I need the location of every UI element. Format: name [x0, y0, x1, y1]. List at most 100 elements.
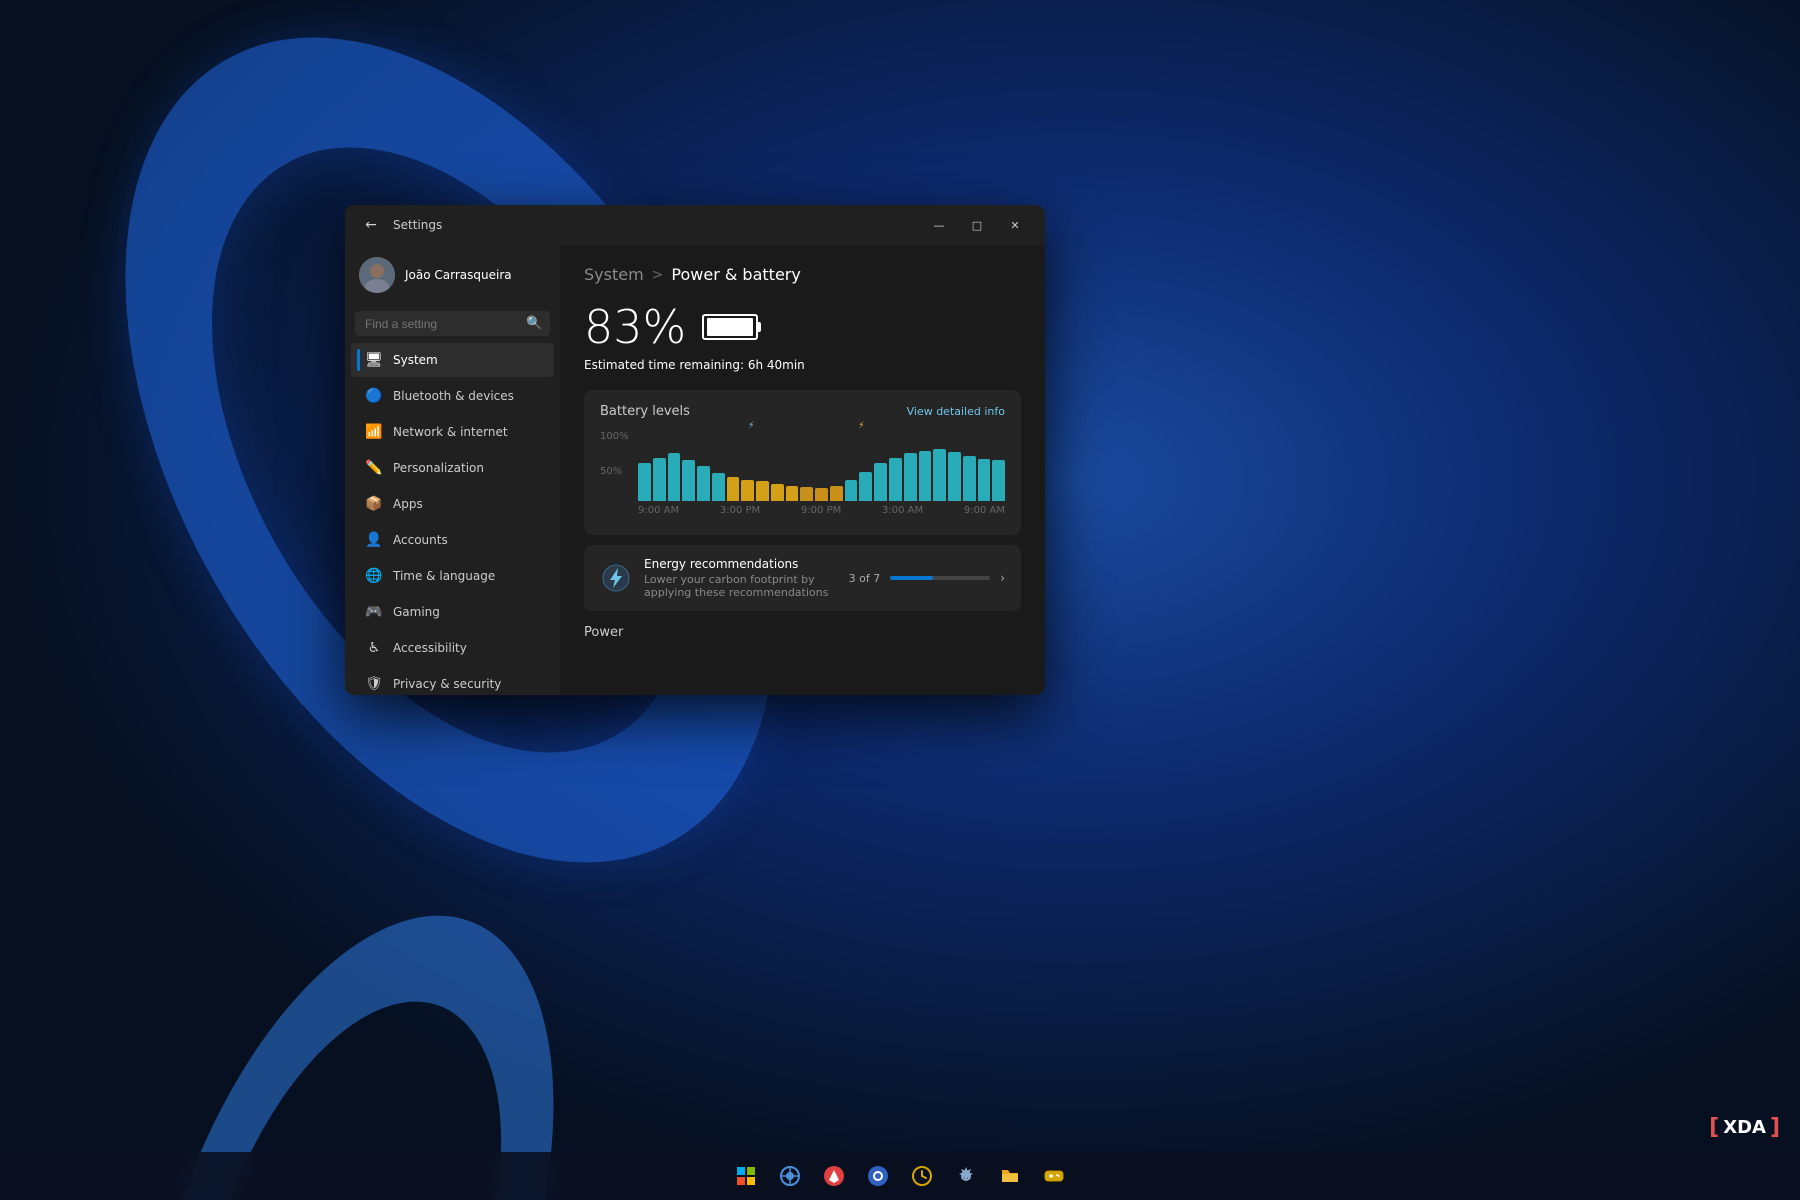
window-title: Settings — [393, 218, 921, 232]
rec-title: Energy recommendations — [644, 557, 837, 571]
battery-chart-section: Battery levels View detailed info 100% 5… — [584, 390, 1021, 535]
settings-content: João Carrasqueira 🔍 🖥 System 🔵 Bluetooth… — [345, 245, 1045, 695]
network-icon: 📶 — [365, 423, 383, 441]
taskbar — [0, 1152, 1800, 1200]
sidebar-item-label: Gaming — [393, 605, 440, 619]
user-profile[interactable]: João Carrasqueira — [345, 245, 560, 305]
sidebar-item-label: Accessibility — [393, 641, 467, 655]
chart-bar — [874, 463, 887, 502]
chart-bar — [889, 458, 902, 501]
taskbar-settings[interactable] — [948, 1158, 984, 1194]
energy-recommendations-card[interactable]: Energy recommendations Lower your carbon… — [584, 545, 1021, 611]
chart-bar — [741, 480, 754, 501]
back-button[interactable]: ← — [357, 211, 385, 239]
personalization-icon: ✏️ — [365, 459, 383, 477]
sidebar-item-bluetooth[interactable]: 🔵 Bluetooth & devices — [351, 379, 554, 413]
sidebar-item-apps[interactable]: 📦 Apps — [351, 487, 554, 521]
sidebar-item-label: Personalization — [393, 461, 484, 475]
chart-area: 100% 50% ⚡ ⚡ 9:00 AM 3:00 PM 9:00 PM — [600, 431, 1005, 521]
window-controls: — □ ✕ — [921, 211, 1033, 239]
chart-bar — [786, 486, 799, 501]
minimize-button[interactable]: — — [921, 211, 957, 239]
chart-bar — [992, 460, 1005, 501]
rec-progress-fill — [890, 576, 933, 580]
apps-nav-icon: 📦 — [365, 495, 383, 513]
settings-window: ← Settings — □ ✕ João Carrasqueira — [345, 205, 1045, 695]
main-content: System > Power & battery 83% Estimated t… — [560, 245, 1045, 695]
rec-count: 3 of 7 — [849, 572, 881, 585]
chart-bar — [859, 472, 872, 501]
taskbar-apps2[interactable] — [860, 1158, 896, 1194]
privacy-icon: 🛡 — [365, 675, 383, 693]
sidebar-item-time[interactable]: 🌐 Time & language — [351, 559, 554, 593]
chart-bar — [697, 466, 710, 501]
battery-icon-large — [702, 314, 758, 340]
breadcrumb-current: Power & battery — [671, 265, 800, 284]
energy-icon — [600, 562, 632, 594]
battery-fill — [707, 318, 753, 336]
accessibility-icon: ♿ — [365, 639, 383, 657]
sidebar-item-label: Network & internet — [393, 425, 508, 439]
time-icon: 🌐 — [365, 567, 383, 585]
chart-bar — [845, 480, 858, 501]
sidebar-item-gaming[interactable]: 🎮 Gaming — [351, 595, 554, 629]
rec-subtitle: Lower your carbon footprint by applying … — [644, 573, 837, 599]
breadcrumb-system[interactable]: System — [584, 265, 644, 284]
chart-bar — [668, 453, 681, 501]
chart-x-labels: 9:00 AM 3:00 PM 9:00 PM 3:00 AM 9:00 AM — [638, 505, 1005, 516]
battery-percentage: 83% — [584, 300, 686, 354]
search-input[interactable] — [365, 317, 520, 331]
rec-progress — [890, 576, 990, 580]
taskbar-game[interactable] — [1036, 1158, 1072, 1194]
chart-header: Battery levels View detailed info — [600, 404, 1005, 419]
chart-bar — [653, 458, 666, 501]
chart-bar — [919, 451, 932, 501]
battery-header: 83% — [584, 300, 1021, 354]
power-section-title: Power — [584, 621, 1021, 640]
chart-bar — [638, 463, 651, 502]
chart-bar — [682, 460, 695, 501]
sidebar-item-network[interactable]: 📶 Network & internet — [351, 415, 554, 449]
rec-text: Energy recommendations Lower your carbon… — [644, 557, 837, 599]
maximize-button[interactable]: □ — [959, 211, 995, 239]
taskbar-clock[interactable] — [904, 1158, 940, 1194]
search-icon: 🔍 — [526, 316, 542, 331]
sidebar-item-label: Time & language — [393, 569, 495, 583]
avatar — [359, 257, 395, 293]
sidebar-item-label: Privacy & security — [393, 677, 501, 691]
search-box[interactable]: 🔍 — [355, 311, 550, 336]
view-detailed-link[interactable]: View detailed info — [907, 405, 1005, 418]
chart-bar — [978, 459, 991, 501]
close-button[interactable]: ✕ — [997, 211, 1033, 239]
sidebar-item-personalization[interactable]: ✏️ Personalization — [351, 451, 554, 485]
rec-chevron-icon: › — [1000, 571, 1005, 585]
sidebar-item-accessibility[interactable]: ♿ Accessibility — [351, 631, 554, 665]
chart-bar — [756, 481, 769, 501]
sidebar-item-label: System — [393, 353, 438, 367]
sidebar-item-accounts[interactable]: 👤 Accounts — [351, 523, 554, 557]
breadcrumb: System > Power & battery — [584, 265, 1021, 284]
sidebar-item-label: Apps — [393, 497, 423, 511]
chart-bar — [771, 484, 784, 502]
chart-bar — [830, 486, 843, 501]
estimated-time: Estimated time remaining: 6h 40min — [584, 358, 1021, 372]
taskbar-vivaldi[interactable] — [816, 1158, 852, 1194]
chart-bar — [800, 487, 813, 501]
sidebar-item-privacy[interactable]: 🛡 Privacy & security — [351, 667, 554, 695]
plug-icon: ⚡ — [858, 421, 864, 431]
gaming-icon: 🎮 — [365, 603, 383, 621]
chart-bar — [815, 488, 828, 501]
bars-container: ⚡ ⚡ — [638, 431, 1005, 501]
title-bar: ← Settings — □ ✕ — [345, 205, 1045, 245]
sidebar-item-system[interactable]: 🖥 System — [351, 343, 554, 377]
user-name: João Carrasqueira — [405, 268, 512, 282]
taskbar-browser[interactable] — [772, 1158, 808, 1194]
breadcrumb-separator: > — [652, 267, 664, 283]
start-button[interactable] — [728, 1158, 764, 1194]
xda-watermark: [ XDA ] — [1709, 1115, 1780, 1140]
bluetooth-icon: 🔵 — [365, 387, 383, 405]
chart-bar — [712, 473, 725, 501]
taskbar-files[interactable] — [992, 1158, 1028, 1194]
unplug-icon: ⚡ — [748, 421, 754, 431]
chart-bar — [727, 477, 740, 502]
